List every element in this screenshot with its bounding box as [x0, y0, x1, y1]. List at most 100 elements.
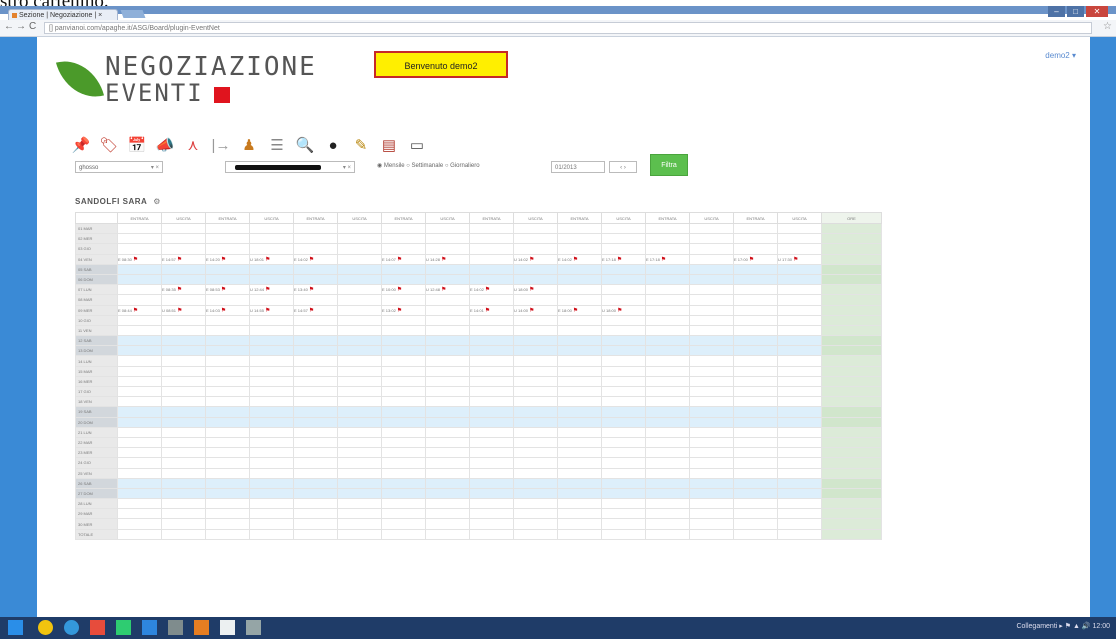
time-cell[interactable]: [601, 385, 646, 398]
flag-icon[interactable]: ⚑: [617, 308, 622, 314]
time-cell[interactable]: [557, 355, 602, 367]
time-cell[interactable]: [293, 518, 338, 530]
time-cell[interactable]: [249, 477, 294, 489]
flag-icon[interactable]: ⚑: [441, 287, 446, 293]
time-cell[interactable]: [117, 365, 162, 377]
time-cell[interactable]: [117, 467, 162, 479]
time-cell[interactable]: [601, 233, 646, 245]
time-cell[interactable]: [205, 335, 250, 347]
time-cell[interactable]: U 14:00⚑: [513, 304, 558, 316]
time-cell[interactable]: [557, 406, 602, 418]
time-cell[interactable]: [117, 294, 162, 306]
time-cell[interactable]: [249, 498, 294, 510]
time-cell[interactable]: [689, 243, 734, 255]
explorer-icon[interactable]: [168, 620, 183, 635]
time-cell[interactable]: [249, 273, 294, 286]
time-cell[interactable]: [645, 314, 690, 326]
time-cell[interactable]: [161, 294, 206, 306]
time-cell[interactable]: [645, 457, 690, 469]
time-cell[interactable]: [513, 233, 558, 245]
time-cell[interactable]: E 14:57⚑: [293, 304, 338, 316]
ie-icon[interactable]: [64, 620, 79, 635]
time-cell[interactable]: [381, 345, 426, 357]
time-cell[interactable]: [733, 508, 778, 520]
time-cell[interactable]: [733, 243, 778, 255]
time-cell[interactable]: [689, 294, 734, 306]
time-cell[interactable]: [425, 436, 470, 449]
time-cell[interactable]: [425, 273, 470, 286]
time-cell[interactable]: [117, 457, 162, 469]
time-cell[interactable]: E 14:01⚑: [469, 304, 514, 316]
time-cell[interactable]: [689, 233, 734, 245]
time-cell[interactable]: [469, 396, 514, 408]
bookmark-star-icon[interactable]: ☆: [1103, 21, 1112, 32]
time-cell[interactable]: [601, 416, 646, 428]
time-cell[interactable]: [337, 375, 382, 388]
time-cell[interactable]: [117, 345, 162, 357]
time-cell[interactable]: [205, 487, 250, 500]
minimize-icon[interactable]: –: [1048, 6, 1065, 17]
time-cell[interactable]: [513, 385, 558, 398]
time-cell[interactable]: [425, 222, 470, 235]
time-cell[interactable]: [117, 426, 162, 438]
time-cell[interactable]: [557, 345, 602, 357]
time-cell[interactable]: [469, 233, 514, 245]
flag-icon[interactable]: ⚑: [265, 257, 270, 263]
flag-icon[interactable]: ⚑: [397, 257, 402, 263]
time-cell[interactable]: [513, 487, 558, 500]
time-cell[interactable]: [601, 447, 646, 459]
time-cell[interactable]: [205, 406, 250, 418]
time-cell[interactable]: [425, 365, 470, 377]
time-cell[interactable]: [293, 385, 338, 398]
time-cell[interactable]: E 14:02⚑: [469, 284, 514, 296]
time-cell[interactable]: [689, 447, 734, 459]
time-cell[interactable]: [601, 518, 646, 530]
back-icon[interactable]: ←: [4, 21, 14, 32]
flag-icon[interactable]: ⚑: [793, 257, 798, 263]
time-cell[interactable]: [557, 518, 602, 530]
time-cell[interactable]: [205, 396, 250, 408]
time-cell[interactable]: [337, 365, 382, 377]
time-cell[interactable]: [513, 426, 558, 438]
time-cell[interactable]: [733, 477, 778, 489]
time-cell[interactable]: U 14:02⚑: [513, 253, 558, 265]
time-cell[interactable]: [161, 375, 206, 388]
time-cell[interactable]: [381, 222, 426, 235]
maximize-icon[interactable]: □: [1067, 6, 1084, 17]
flag-icon[interactable]: ⚑: [309, 287, 314, 293]
browser-tab[interactable]: Sezione | Negoziazione | ×: [8, 9, 118, 20]
print-icon[interactable]: ▭: [407, 135, 427, 155]
time-cell[interactable]: [161, 335, 206, 347]
time-cell[interactable]: [161, 508, 206, 520]
time-cell[interactable]: [425, 508, 470, 520]
time-cell[interactable]: [205, 375, 250, 388]
time-cell[interactable]: [161, 222, 206, 235]
time-cell[interactable]: [249, 396, 294, 408]
time-cell[interactable]: [513, 406, 558, 418]
time-cell[interactable]: [293, 508, 338, 520]
time-cell[interactable]: [733, 406, 778, 418]
time-cell[interactable]: [469, 222, 514, 235]
time-cell[interactable]: [337, 294, 382, 306]
time-cell[interactable]: [205, 528, 250, 540]
time-cell[interactable]: [601, 375, 646, 388]
time-cell[interactable]: [117, 324, 162, 337]
time-cell[interactable]: [689, 528, 734, 540]
time-cell[interactable]: [293, 436, 338, 449]
time-cell[interactable]: [381, 457, 426, 469]
time-cell[interactable]: [249, 355, 294, 367]
time-cell[interactable]: [689, 416, 734, 428]
time-cell[interactable]: [557, 447, 602, 459]
time-cell[interactable]: [469, 467, 514, 479]
time-cell[interactable]: [205, 467, 250, 479]
time-cell[interactable]: [425, 396, 470, 408]
time-cell[interactable]: [381, 294, 426, 306]
time-cell[interactable]: [293, 222, 338, 235]
time-cell[interactable]: E 13:40⚑: [293, 284, 338, 296]
time-cell[interactable]: [293, 467, 338, 479]
time-cell[interactable]: [469, 324, 514, 337]
time-cell[interactable]: U 18:01⚑: [249, 253, 294, 265]
time-cell[interactable]: [205, 436, 250, 449]
time-cell[interactable]: E 14:02⚑: [293, 253, 338, 265]
time-cell[interactable]: [469, 406, 514, 418]
